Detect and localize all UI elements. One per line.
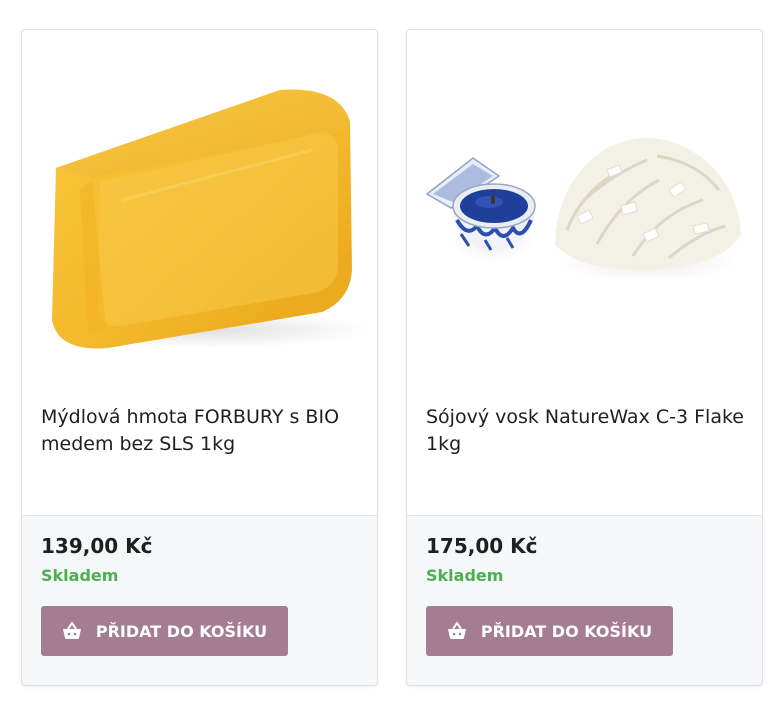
product-card: Mýdlová hmota FORBURY s BIO medem bez SL… [21,29,378,686]
product-image-soap[interactable] [22,30,377,390]
basket-icon [62,622,82,640]
add-to-cart-label: PŘIDAT DO KOŠÍKU [480,621,653,641]
basket-icon [447,622,467,640]
stock-status: Skladem [41,566,119,585]
product-price: 139,00 Kč [41,534,153,558]
product-title[interactable]: Sójový vosk NatureWax C-3 Flake 1kg [426,404,746,458]
product-footer: 175,00 Kč Skladem PŘIDAT DO KOŠÍKU [407,515,762,685]
add-to-cart-button[interactable]: PŘIDAT DO KOŠÍKU [41,606,288,656]
product-card: Sójový vosk NatureWax C-3 Flake 1kg 175,… [406,29,763,686]
product-title[interactable]: Mýdlová hmota FORBURY s BIO medem bez SL… [41,404,361,458]
add-to-cart-label: PŘIDAT DO KOŠÍKU [95,621,268,641]
product-price: 175,00 Kč [426,534,538,558]
add-to-cart-button[interactable]: PŘIDAT DO KOŠÍKU [426,606,673,656]
product-image-soy-wax[interactable] [407,30,762,390]
product-footer: 139,00 Kč Skladem PŘIDAT DO KOŠÍKU [22,515,377,685]
stock-status: Skladem [426,566,504,585]
